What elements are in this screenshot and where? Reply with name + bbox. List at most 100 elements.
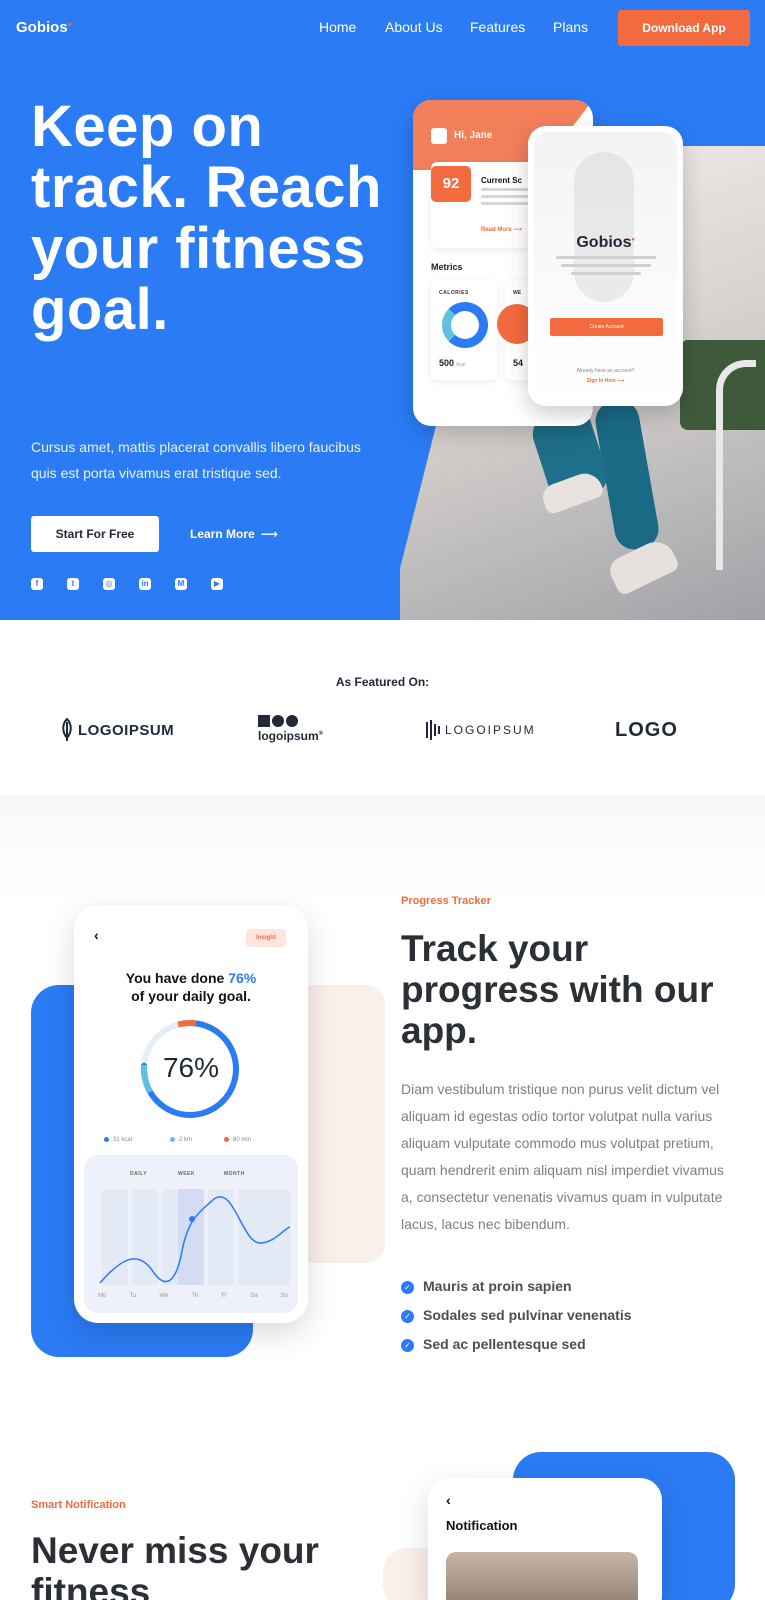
legend-dot: [104, 1137, 109, 1142]
featured-logo-text: LOGO: [615, 718, 678, 741]
checklist-label: Sed ac pellentesque sed: [423, 1336, 586, 1352]
nav-link-features[interactable]: Features: [470, 19, 525, 35]
goal-summary-text-2: of your daily goal.: [131, 988, 251, 1004]
hero-subtitle: Cursus amet, mattis placerat convallis l…: [31, 439, 361, 481]
leaf-icon: [62, 718, 72, 741]
featured-logo-text: LOGOIPSUM: [445, 723, 536, 737]
weekday-label: Th: [191, 1293, 199, 1299]
brand-name: Gobios: [16, 19, 68, 36]
featured-heading: As Featured On:: [335, 675, 430, 689]
calories-number: 500: [439, 358, 455, 368]
featured-logo: logoipsum®: [258, 715, 323, 745]
brand-logo[interactable]: Gobios•: [16, 19, 72, 36]
twitter-icon[interactable]: t: [67, 578, 79, 590]
goal-summary-text: You have done: [125, 970, 229, 986]
legend-item: 2 km: [170, 1137, 192, 1143]
app-logo: Gobios•: [534, 234, 677, 252]
progress-phone: ‹ Insight You have done 76% of your dail…: [74, 905, 308, 1323]
notification-phone: ‹ Notification: [428, 1478, 662, 1600]
arrow-right-icon: ⟶: [260, 527, 278, 541]
checklist-label: Sodales sed pulvinar venenatis: [423, 1307, 632, 1323]
top-navigation: Gobios• Home About Us Features Plans Dow…: [0, 0, 765, 56]
check-icon: ✓: [401, 1310, 414, 1323]
weekday-label: Fr: [221, 1293, 228, 1299]
calories-donut: [442, 302, 488, 348]
app-logo-mark: •: [631, 234, 635, 244]
legend-dot: [170, 1137, 175, 1142]
checklist-label: Mauris at proin sapien: [423, 1278, 572, 1294]
progress-title: Track your progress with our app.: [401, 928, 714, 1051]
medium-icon[interactable]: M: [175, 578, 187, 590]
activity-point: [189, 1216, 195, 1222]
score-badge: 92: [431, 166, 471, 202]
download-app-button[interactable]: Download App: [618, 10, 750, 46]
legend-item: 31 kcal: [104, 1137, 132, 1143]
legend-label: 80 min: [233, 1137, 252, 1144]
checklist-item: ✓ Mauris at proin sapien: [401, 1278, 701, 1298]
weight-value: 54: [513, 358, 524, 368]
instagram-icon[interactable]: ◎: [103, 578, 115, 590]
featured-logo: LOGO: [615, 715, 678, 745]
read-more-link: Read More ⟶: [481, 227, 522, 233]
back-chevron-icon: ‹: [446, 1492, 451, 1508]
metrics-heading: Metrics: [431, 262, 463, 272]
placeholder-text: [556, 256, 656, 280]
notification-title: Never miss your fitness: [31, 1530, 319, 1600]
legend-dot: [224, 1137, 229, 1142]
shapes-icon: [258, 715, 300, 729]
hero-phone-signup: Gobios• Create Account Already have an a…: [528, 126, 683, 406]
back-chevron-icon: ‹: [94, 927, 99, 943]
notification-image: [446, 1552, 638, 1600]
goal-summary: You have done 76% of your daily goal.: [74, 969, 308, 1005]
app-logo-text: Gobios: [576, 234, 632, 251]
check-icon: ✓: [401, 1281, 414, 1294]
hero-section: Gobios• Home About Us Features Plans Dow…: [0, 0, 765, 620]
weekday-label: Sa: [250, 1293, 258, 1299]
learn-more-link[interactable]: Learn More ⟶: [190, 527, 278, 541]
start-for-free-button[interactable]: Start For Free: [31, 516, 159, 552]
notification-heading: Notification: [446, 1518, 518, 1533]
legend-label: 2 km: [179, 1137, 193, 1144]
score-label: Current Sc: [481, 176, 522, 185]
progress-body: Diam vestibulum tristique non purus veli…: [401, 1081, 724, 1232]
linkedin-icon[interactable]: in: [139, 578, 151, 590]
weight-label: WE: [513, 290, 522, 296]
progress-percentage: 76%: [162, 1052, 220, 1083]
youtube-icon[interactable]: ▶: [211, 578, 223, 590]
weekday-label: We: [159, 1293, 169, 1299]
nav-link-home[interactable]: Home: [319, 19, 356, 35]
calories-value: 500 kcal: [439, 358, 465, 368]
nav-link-about[interactable]: About Us: [385, 19, 443, 35]
registered-mark: ®: [318, 731, 324, 737]
weekday-label: Tu: [129, 1293, 137, 1299]
sign-in-link: Sign In Here ⟶: [586, 378, 625, 384]
activity-line-chart: [99, 1189, 291, 1285]
weekday-label: Su: [280, 1293, 288, 1299]
nav-link-plans[interactable]: Plans: [553, 19, 588, 35]
decorative-peach-block: [295, 985, 385, 1263]
checklist-item: ✓ Sodales sed pulvinar venenatis: [401, 1307, 701, 1327]
checklist-item: ✓ Sed ac pellentesque sed: [401, 1336, 701, 1356]
calories-label: CALORIES: [439, 290, 469, 296]
phone-screen: Gobios• Create Account Already have an a…: [534, 132, 677, 400]
brand-mark: •: [67, 19, 72, 31]
hero-photo-railing: [716, 360, 756, 570]
learn-more-label: Learn More: [190, 527, 255, 541]
featured-logo-text: LOGOIPSUM: [78, 721, 175, 739]
notification-tag: Smart Notification: [31, 1499, 126, 1511]
weekday-labels: Mo Tu We Th Fr Sa Su: [98, 1293, 288, 1299]
calories-unit: kcal: [456, 362, 466, 368]
goal-summary-percent: 76%: [228, 970, 257, 986]
check-icon: ✓: [401, 1339, 414, 1352]
facebook-icon[interactable]: f: [31, 578, 43, 590]
featured-logo: LOGOIPSUM: [426, 715, 536, 745]
featured-logo-text: logoipsum: [258, 729, 319, 743]
greeting: Hi, Jane: [454, 130, 493, 141]
calories-card: CALORIES 500 kcal: [431, 280, 497, 380]
insight-badge: Insight: [246, 929, 286, 947]
hero-title: Keep on track. Reach your fitness goal.: [31, 94, 382, 342]
legend-label: 31 kcal: [113, 1137, 133, 1144]
avatar: [431, 128, 447, 144]
week-highlight: [178, 1189, 204, 1285]
bars-icon: [426, 720, 440, 740]
